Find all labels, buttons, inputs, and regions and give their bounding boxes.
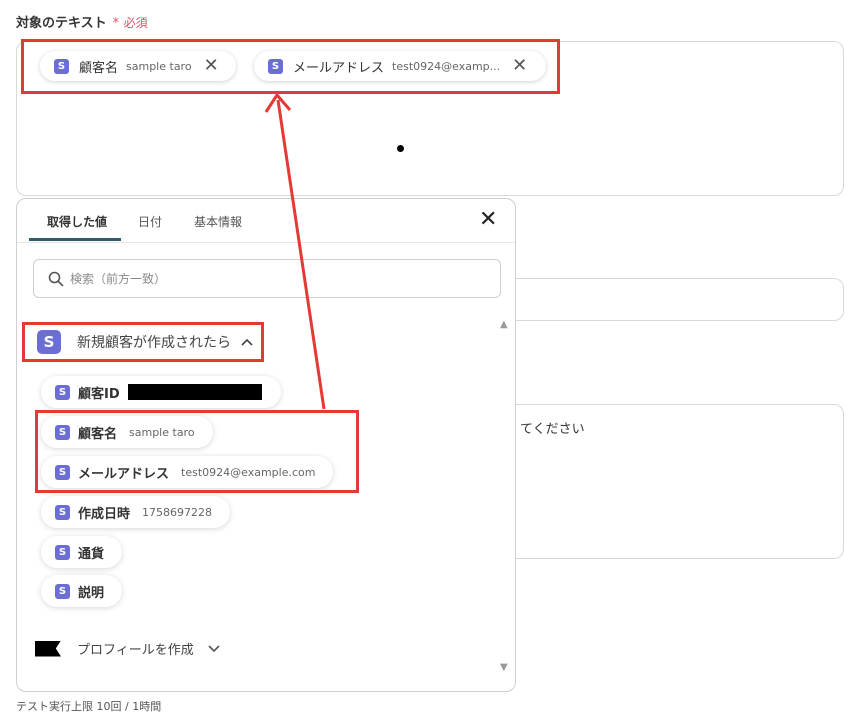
required-badge: 必須	[123, 16, 148, 30]
chip-label: メールアドレス	[293, 60, 385, 76]
value-item-customer-name[interactable]: S 顧客名 sample taro	[41, 416, 213, 448]
redacted-value	[127, 384, 262, 400]
value-item-created-at[interactable]: S 作成日時 1758697228	[41, 496, 231, 528]
field-label: 対象のテキスト * 必須	[16, 12, 148, 31]
tab-basic-info[interactable]: 基本情報	[194, 213, 242, 230]
search-icon	[48, 271, 64, 287]
tab-date[interactable]: 日付	[138, 213, 162, 230]
stripe-icon: S	[55, 583, 70, 599]
chevron-down-icon	[208, 642, 220, 656]
stripe-icon: S	[55, 424, 70, 440]
stripe-icon: S	[55, 464, 70, 480]
chip-value: test0924@examp...	[392, 59, 501, 73]
stripe-icon: S	[268, 58, 283, 74]
test-limit-text: テスト実行上限 10回 / 1時間	[16, 700, 162, 713]
item-label: 通貨	[78, 546, 105, 562]
chip-value: sample taro	[126, 59, 192, 73]
stripe-icon: S	[54, 58, 69, 74]
search-input[interactable]: 検索（前方一致）	[33, 259, 501, 298]
item-value: 1758697228	[142, 505, 213, 519]
item-label: メールアドレス	[78, 466, 170, 482]
close-icon[interactable]: ✕	[479, 209, 497, 231]
stripe-icon: S	[55, 544, 70, 560]
item-value: sample taro	[129, 425, 195, 439]
background-textarea-text: てください	[520, 422, 585, 437]
flag-icon	[35, 640, 61, 657]
tab-bar: 取得した値 日付 基本情報	[17, 199, 515, 243]
search-placeholder: 検索（前方一致）	[70, 272, 167, 286]
required-star: *	[112, 16, 120, 31]
chip-label: 顧客名	[79, 60, 119, 76]
field-label-text: 対象のテキスト	[16, 16, 107, 31]
scroll-up-arrow[interactable]: ▲	[500, 319, 508, 330]
section-title: プロフィールを作成	[77, 643, 194, 658]
section-title: 新規顧客が作成されたら	[77, 335, 231, 351]
active-tab-indicator	[29, 238, 121, 241]
selected-chip-customer-name[interactable]: S 顧客名 sample taro ✕	[40, 51, 236, 81]
section-create-profile[interactable]: プロフィールを作成	[35, 639, 220, 658]
item-label: 顧客名	[78, 426, 118, 442]
stripe-icon: S	[55, 384, 70, 400]
value-item-email[interactable]: S メールアドレス test0924@example.com	[41, 456, 334, 488]
item-label: 説明	[78, 585, 105, 601]
value-item-description[interactable]: S 説明	[41, 575, 123, 607]
item-value: test0924@example.com	[181, 465, 316, 479]
close-icon[interactable]: ✕	[204, 57, 219, 75]
stripe-icon: S	[55, 504, 70, 520]
selected-chip-email[interactable]: S メールアドレス test0924@examp... ✕	[254, 51, 546, 81]
section-new-customer-created[interactable]: S 新規顧客が作成されたら	[37, 330, 253, 354]
value-item-customer-id[interactable]: S 顧客ID	[41, 376, 281, 408]
scroll-down-arrow[interactable]: ▼	[500, 662, 508, 673]
chevron-up-icon	[241, 335, 253, 349]
item-label: 作成日時	[78, 506, 131, 522]
value-picker-popup: 取得した値 日付 基本情報 ✕ 検索（前方一致） ▲ S 新規顧客が作成されたら…	[16, 198, 516, 692]
close-icon[interactable]: ✕	[512, 57, 527, 75]
item-label: 顧客ID	[78, 386, 120, 402]
tab-retrieved-values[interactable]: 取得した値	[47, 213, 107, 230]
cursor-dot	[397, 145, 404, 152]
stripe-icon: S	[37, 330, 61, 354]
value-item-currency[interactable]: S 通貨	[41, 536, 123, 568]
